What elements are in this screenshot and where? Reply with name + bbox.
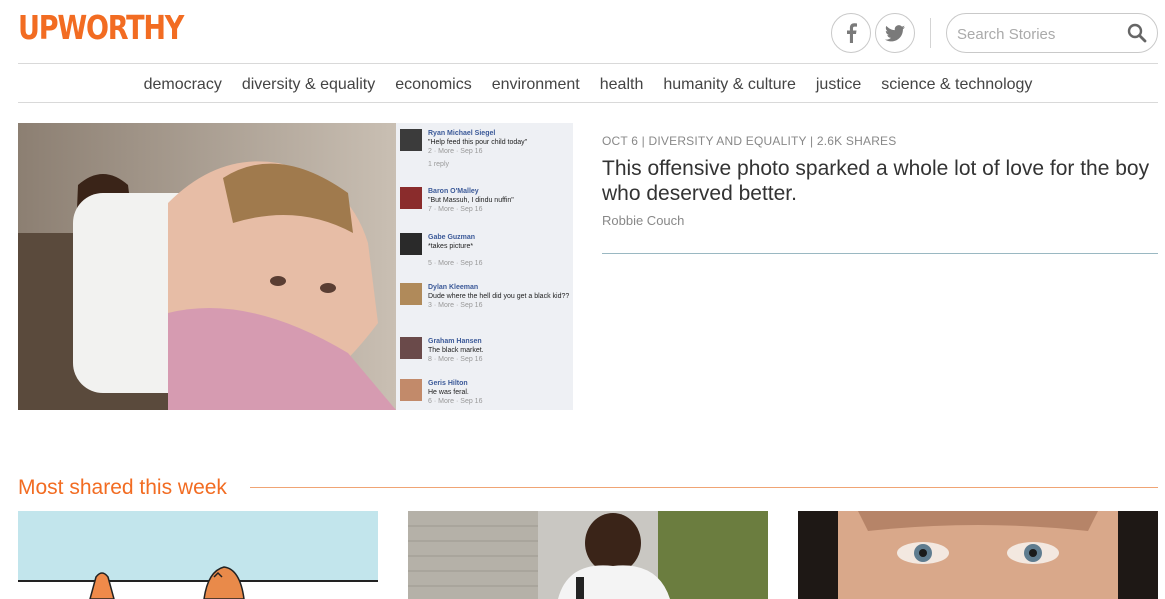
story-thumbnail (408, 511, 768, 599)
comment-text: *takes picture* (428, 243, 474, 250)
search-icon[interactable] (1127, 23, 1147, 43)
comment-item: Baron O'Malley "But Massuh, I dindu nuff… (400, 187, 572, 214)
twitter-button[interactable] (875, 13, 915, 53)
avatar (400, 233, 422, 255)
avatar (400, 283, 422, 305)
avatar (400, 187, 422, 209)
comment-name: Geris Hilton (428, 380, 468, 387)
comment-meta: 5 · More · Sep 16 (428, 260, 483, 267)
hero-title-link[interactable]: This offensive photo sparked a whole lot… (602, 156, 1158, 206)
category-nav: democracy diversity & equality economics… (18, 64, 1158, 103)
search-box[interactable] (946, 13, 1158, 53)
story-card[interactable] (798, 511, 1158, 599)
section-title: Most shared this week (18, 476, 239, 500)
comment-text: He was feral. (428, 389, 469, 396)
comment-name: Graham Hansen (428, 338, 482, 345)
comment-name: Baron O'Malley (428, 188, 479, 195)
avatar (400, 379, 422, 401)
comment-name: Ryan Michael Siegel (428, 130, 496, 137)
nav-item-justice[interactable]: justice (806, 64, 871, 102)
comment-text: The black market. (428, 347, 484, 354)
hero-meta: OCT 6 | DIVERSITY AND EQUALITY | 2.6K SH… (602, 134, 897, 148)
comment-name: Gabe Guzman (428, 234, 476, 241)
nav-item-humanity-culture[interactable]: humanity & culture (653, 64, 806, 102)
search-input[interactable] (957, 24, 1117, 44)
logo[interactable]: UPWORTHY (18, 8, 184, 47)
comment-meta: 6 · More · Sep 16 (428, 398, 483, 405)
story-card[interactable] (408, 511, 768, 599)
story-card[interactable] (18, 511, 378, 599)
comment-replies: 1 reply (428, 161, 450, 168)
nav-item-diversity-equality[interactable]: diversity & equality (232, 64, 385, 102)
avatar (400, 129, 422, 151)
facebook-icon (847, 23, 857, 43)
hero-image[interactable]: Ryan Michael Siegel "Help feed this pour… (18, 123, 573, 410)
hero-divider (602, 253, 1158, 254)
comment-item: Ryan Michael Siegel "Help feed this pour… (400, 129, 572, 169)
header-divider (930, 18, 931, 48)
hero-author[interactable]: Robbie Couch (602, 213, 684, 228)
comment-meta: 8 · More · Sep 16 (428, 356, 483, 363)
nav-item-environment[interactable]: environment (482, 64, 590, 102)
comment-item: Dylan Kleeman Dude where the hell did yo… (400, 283, 572, 310)
nav-item-democracy[interactable]: democracy (134, 64, 232, 102)
comment-meta: 7 · More · Sep 16 (428, 206, 483, 213)
comment-item: Graham Hansen The black market. 8 · More… (400, 337, 572, 364)
comment-item: Geris Hilton He was feral. 6 · More · Se… (400, 379, 572, 406)
facebook-button[interactable] (831, 13, 871, 53)
story-thumbnail (798, 511, 1158, 599)
comment-text: Dude where the hell did you get a black … (428, 293, 570, 300)
avatar (400, 337, 422, 359)
site-header: upworthy UPWORTHY (18, 0, 1158, 64)
section-rule (250, 487, 1158, 488)
comment-meta: 3 · More · Sep 16 (428, 302, 483, 309)
comment-meta: 2 · More · Sep 16 (428, 148, 483, 155)
comment-text: "But Massuh, I dindu nuffin" (428, 197, 514, 204)
nav-item-health[interactable]: health (590, 64, 654, 102)
comment-item: Gabe Guzman *takes picture* 5 · More · S… (400, 233, 572, 268)
story-thumbnail (18, 511, 378, 599)
nav-item-economics[interactable]: economics (385, 64, 481, 102)
comment-text: "Help feed this pour child today" (428, 139, 528, 146)
comment-name: Dylan Kleeman (428, 284, 479, 291)
twitter-icon (885, 24, 905, 41)
nav-item-science-technology[interactable]: science & technology (871, 64, 1042, 102)
